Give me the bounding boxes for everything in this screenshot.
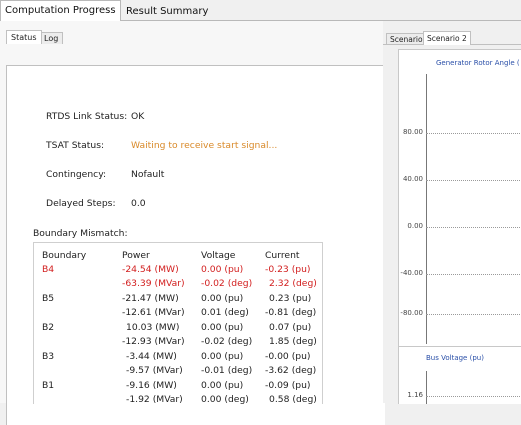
voltage-cell: 0.01 (deg)	[201, 307, 249, 318]
delayed-steps-value: 0.0	[131, 198, 146, 209]
voltage-cell: 0.00 (pu)	[201, 351, 244, 362]
column-header-boundary: Boundary	[42, 250, 87, 261]
power-cell: -9.16 (MW)	[126, 380, 177, 391]
gridline	[426, 227, 521, 228]
y-tick-label: 40.00	[402, 175, 423, 183]
voltage-cell: -0.02 (deg)	[201, 336, 253, 347]
current-cell: 2.32 (deg)	[269, 278, 317, 289]
current-cell: 0.23 (pu)	[269, 293, 312, 304]
boundary-mismatch-label: Boundary Mismatch:	[33, 228, 128, 239]
voltage-cell: 0.00 (pu)	[201, 380, 244, 391]
gridline	[426, 314, 521, 315]
voltage-cell: -0.02 (deg)	[201, 278, 253, 289]
gridline	[426, 396, 521, 397]
boundary-name: B5	[42, 293, 55, 304]
power-cell: -12.61 (MVar)	[122, 307, 185, 318]
power-cell: -3.44 (MW)	[126, 351, 177, 362]
bus-voltage-chart: Bus Voltage (pu) 1.16	[398, 346, 521, 404]
column-header-power: Power	[122, 250, 150, 261]
boundary-name: B2	[42, 322, 55, 333]
voltage-cell: 0.00 (pu)	[201, 293, 244, 304]
tab-log[interactable]: Log	[39, 32, 64, 44]
power-cell: -1.92 (MVar)	[126, 394, 183, 405]
tab-result-summary[interactable]: Result Summary	[121, 3, 213, 20]
power-cell: -9.57 (MVar)	[126, 365, 183, 376]
chart-title: Generator Rotor Angle (	[436, 59, 520, 67]
y-axis	[426, 74, 427, 344]
power-cell: 10.03 (MW)	[126, 322, 180, 333]
current-cell: 0.07 (pu)	[269, 322, 312, 333]
y-tick-label: 1.16	[407, 391, 423, 399]
tsat-status-label: TSAT Status:	[46, 140, 105, 151]
rotor-angle-chart: Generator Rotor Angle ( 80.00 40.00 0.00…	[398, 49, 521, 349]
rtds-link-status-value: OK	[131, 111, 145, 122]
boundary-name: B1	[42, 380, 55, 391]
current-cell: 0.58 (deg)	[269, 394, 317, 405]
tab-status[interactable]: Status	[6, 30, 42, 44]
voltage-cell: -0.01 (deg)	[201, 365, 253, 376]
boundary-mismatch-table: Boundary Power Voltage Current B4 -24.54…	[33, 242, 323, 405]
column-header-current: Current	[265, 250, 300, 261]
boundary-name: B3	[42, 351, 55, 362]
boundary-name: B4	[42, 264, 55, 275]
power-cell: -24.54 (MW)	[122, 264, 179, 275]
current-cell: -0.00 (pu)	[265, 351, 311, 362]
y-tick-label: -80.00	[400, 309, 423, 317]
y-tick-label: -40.00	[400, 269, 423, 277]
current-cell: -0.81 (deg)	[265, 307, 317, 318]
voltage-cell: 0.00 (pu)	[201, 264, 244, 275]
tab-computation-progress[interactable]: Computation Progress	[0, 0, 121, 21]
delayed-steps-label: Delayed Steps:	[46, 198, 116, 209]
power-cell: -21.47 (MW)	[122, 293, 179, 304]
rtds-link-status-label: RTDS Link Status:	[46, 111, 128, 122]
tab-scenario-2[interactable]: Scenario 2	[423, 31, 471, 45]
y-tick-label: 80.00	[402, 128, 423, 136]
contingency-label: Contingency:	[46, 169, 107, 180]
contingency-value: Nofault	[131, 169, 165, 180]
gridline	[426, 274, 521, 275]
top-tab-bar: Computation Progress Result Summary	[0, 0, 521, 21]
voltage-cell: 0.00 (pu)	[201, 322, 244, 333]
gridline	[426, 133, 521, 134]
y-axis	[426, 371, 427, 404]
chart-title: Bus Voltage (pu)	[426, 354, 484, 362]
current-cell: 1.85 (deg)	[269, 336, 317, 347]
y-tick-label: 0.00	[407, 222, 423, 230]
current-cell: -0.23 (pu)	[265, 264, 311, 275]
voltage-cell: 0.00 (deg)	[201, 394, 249, 405]
current-cell: -3.62 (deg)	[265, 365, 317, 376]
current-cell: -0.09 (pu)	[265, 380, 311, 391]
scenario-panel: Scenario 1 Scenario 2 Generator Rotor An…	[383, 21, 521, 404]
power-cell: -12.93 (MVar)	[122, 336, 185, 347]
column-header-voltage: Voltage	[201, 250, 236, 261]
tsat-status-value: Waiting to receive start signal...	[131, 140, 278, 151]
power-cell: -63.39 (MVar)	[122, 278, 185, 289]
gridline	[426, 180, 521, 181]
